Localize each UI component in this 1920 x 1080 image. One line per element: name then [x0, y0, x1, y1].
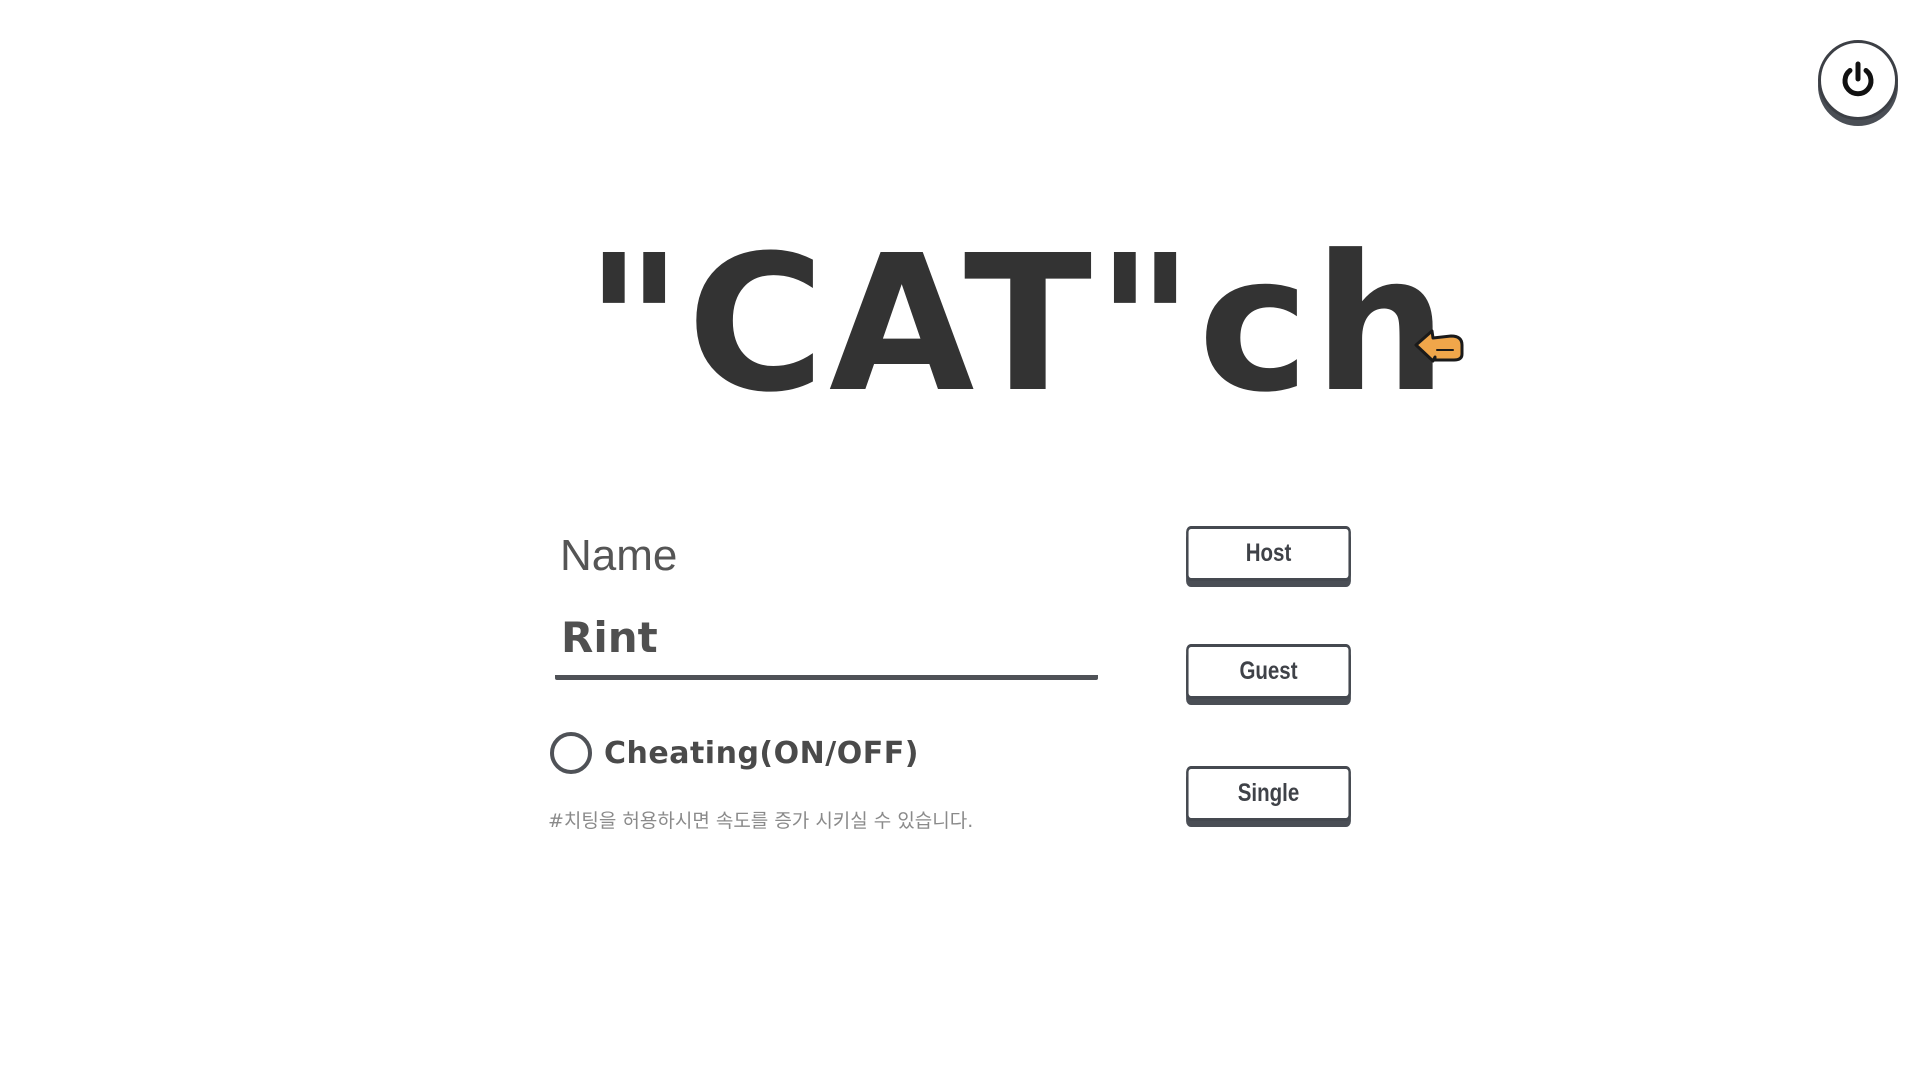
single-button[interactable]: Single [1186, 766, 1351, 821]
cheating-toggle[interactable]: Cheating(ON/OFF) [550, 732, 919, 774]
host-button[interactable]: Host [1186, 526, 1351, 581]
guest-button[interactable]: Guest [1186, 644, 1351, 699]
cheating-label: Cheating(ON/OFF) [604, 735, 919, 771]
game-title: "CAT"ch [585, 215, 1452, 434]
cheating-note: #치팅을 허용하시면 속도를 증가 시키실 수 있습니다. [548, 810, 974, 832]
cheating-radio[interactable] [550, 732, 592, 774]
name-input[interactable] [555, 600, 1098, 680]
power-icon [1842, 61, 1874, 97]
pointing-hand-cursor-icon [1414, 329, 1464, 363]
power-button[interactable] [1818, 40, 1898, 120]
name-label: Name [560, 531, 678, 580]
